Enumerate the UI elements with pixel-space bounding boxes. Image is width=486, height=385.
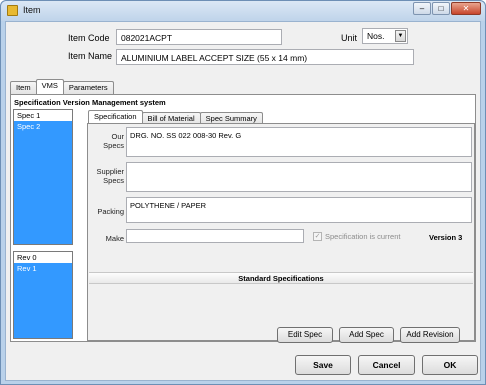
close-button[interactable]: ✕ xyxy=(451,2,481,15)
spec-list[interactable]: Spec 1 Spec 2 xyxy=(13,109,73,245)
revision-list-selection-area xyxy=(14,274,72,338)
our-specs-label-line1: Our xyxy=(111,132,124,141)
list-item[interactable]: Rev 1 xyxy=(14,263,72,274)
maximize-button[interactable]: □ xyxy=(432,2,450,15)
unit-value: Nos. xyxy=(367,31,385,41)
save-button[interactable]: Save xyxy=(295,355,351,375)
edit-spec-button[interactable]: Edit Spec xyxy=(277,327,333,343)
add-revision-button[interactable]: Add Revision xyxy=(400,327,460,343)
vms-section-title: Specification Version Management system xyxy=(14,98,166,107)
vms-panel: Specification Version Management system … xyxy=(10,94,476,342)
tab-vms[interactable]: VMS xyxy=(35,79,64,94)
packing-field[interactable]: POLYTHENE / PAPER xyxy=(126,197,472,223)
tab-parameters[interactable]: Parameters xyxy=(62,81,114,94)
chevron-down-icon[interactable]: ▼ xyxy=(395,30,406,42)
list-item[interactable]: Spec 1 xyxy=(14,110,72,121)
supplier-specs-field[interactable] xyxy=(126,162,472,192)
spec-list-selection-area xyxy=(14,132,72,244)
specification-current-checkbox[interactable]: ✓ xyxy=(313,232,322,241)
list-item[interactable]: Spec 2 xyxy=(14,121,72,132)
title-bar[interactable]: Item – □ ✕ xyxy=(1,1,485,21)
dialog-body: Item Code 082021ACPT Unit Nos. ▼ Item Na… xyxy=(5,21,481,381)
window-controls: – □ ✕ xyxy=(413,2,481,15)
ok-button[interactable]: OK xyxy=(422,355,478,375)
cancel-button[interactable]: Cancel xyxy=(358,355,415,375)
item-window: Item – □ ✕ Item Code 082021ACPT Unit Nos… xyxy=(0,0,486,385)
window-title: Item xyxy=(23,5,41,15)
minimize-button[interactable]: – xyxy=(413,2,431,15)
list-item[interactable]: Rev 0 xyxy=(14,252,72,263)
our-specs-field[interactable]: DRG. NO. SS 022 008-30 Rev. G xyxy=(126,127,472,157)
item-name-field[interactable]: ALUMINIUM LABEL ACCEPT SIZE (55 x 14 mm) xyxy=(116,49,414,65)
add-spec-button[interactable]: Add Spec xyxy=(339,327,394,343)
app-icon xyxy=(7,5,18,16)
make-field[interactable] xyxy=(126,229,304,243)
item-code-label: Item Code xyxy=(68,33,110,43)
specification-current-label: Specification is current xyxy=(325,232,401,241)
revision-list[interactable]: Rev 0 Rev 1 xyxy=(13,251,73,339)
make-label: Make xyxy=(105,234,124,243)
version-label: Version 3 xyxy=(429,233,463,242)
tab-item[interactable]: Item xyxy=(10,81,37,94)
our-specs-label: Our Specs xyxy=(90,132,124,150)
specification-panel: Our Specs DRG. NO. SS 022 008-30 Rev. G … xyxy=(87,123,475,341)
standard-specifications-header: Standard Specifications xyxy=(89,272,473,284)
unit-select[interactable]: Nos. ▼ xyxy=(362,28,408,44)
item-code-field[interactable]: 082021ACPT xyxy=(116,29,282,45)
item-name-label: Item Name xyxy=(68,51,113,61)
our-specs-label-line2: Specs xyxy=(103,141,124,150)
packing-label: Packing xyxy=(97,207,124,216)
supplier-specs-label-line1: Supplier xyxy=(96,167,124,176)
unit-label: Unit xyxy=(341,33,358,43)
supplier-specs-label: Supplier Specs xyxy=(90,167,124,185)
supplier-specs-label-line2: Specs xyxy=(103,176,124,185)
